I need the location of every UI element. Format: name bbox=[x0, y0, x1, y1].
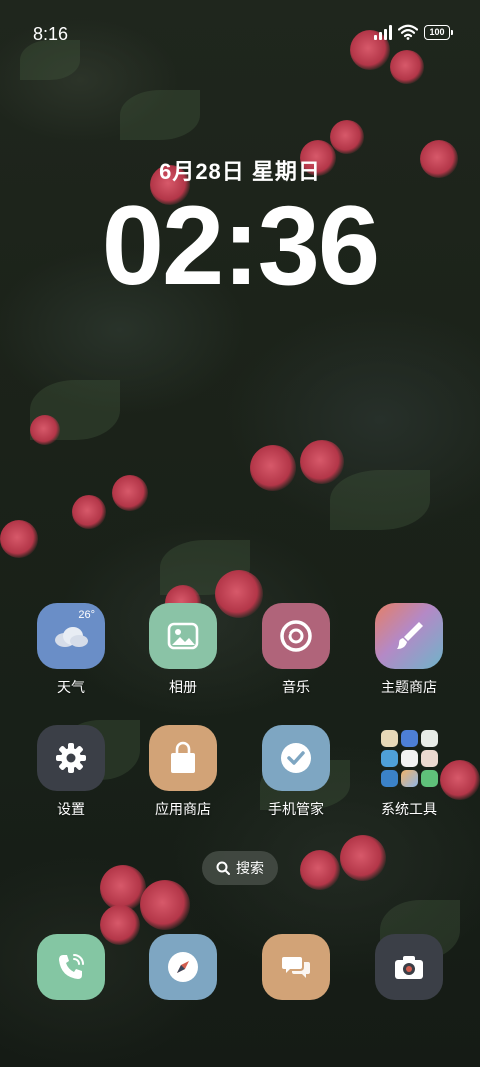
brush-icon bbox=[375, 603, 443, 669]
message-icon bbox=[262, 934, 330, 1000]
search-label: 搜索 bbox=[236, 860, 264, 876]
app-label: 系统工具 bbox=[381, 801, 437, 817]
gear-icon bbox=[37, 725, 105, 791]
app-theme-store[interactable]: 主题商店 bbox=[359, 603, 459, 697]
app-music[interactable]: 音乐 bbox=[246, 603, 346, 697]
app-label: 天气 bbox=[57, 679, 85, 695]
app-label: 主题商店 bbox=[381, 679, 437, 695]
compass-icon bbox=[149, 934, 217, 1000]
camera-icon bbox=[375, 934, 443, 1000]
battery-icon: 100 bbox=[424, 24, 453, 40]
app-label: 设置 bbox=[57, 801, 85, 817]
app-weather[interactable]: 26° 天气 bbox=[21, 603, 121, 697]
weather-temp: 26° bbox=[78, 609, 95, 621]
app-phone-manager[interactable]: 手机管家 bbox=[246, 725, 346, 819]
weather-icon: 26° bbox=[37, 603, 105, 669]
status-time: 8:16 bbox=[33, 24, 69, 44]
signal-icon bbox=[374, 24, 392, 40]
folder-icon bbox=[375, 725, 443, 791]
app-label: 应用商店 bbox=[155, 801, 211, 817]
dock-browser[interactable] bbox=[133, 934, 233, 1000]
wifi-icon bbox=[398, 24, 418, 40]
app-label: 相册 bbox=[169, 679, 197, 695]
music-icon bbox=[262, 603, 330, 669]
search-icon bbox=[216, 861, 230, 875]
dock-phone[interactable] bbox=[21, 934, 121, 1000]
status-icons: 100 bbox=[374, 24, 453, 40]
app-folder-system-tools[interactable]: 系统工具 bbox=[359, 725, 459, 819]
app-label: 手机管家 bbox=[268, 801, 324, 817]
app-app-store[interactable]: 应用商店 bbox=[133, 725, 233, 819]
status-bar: 8:16 100 bbox=[0, 0, 480, 68]
phone-icon bbox=[37, 934, 105, 1000]
app-gallery[interactable]: 相册 bbox=[133, 603, 233, 697]
gallery-icon bbox=[149, 603, 217, 669]
shopping-bag-icon bbox=[149, 725, 217, 791]
dock-camera[interactable] bbox=[359, 934, 459, 1000]
dock-messages[interactable] bbox=[246, 934, 346, 1000]
search-button[interactable]: 搜索 bbox=[202, 851, 278, 885]
date-label: 6月28日 星期日 bbox=[159, 159, 321, 184]
app-label: 音乐 bbox=[282, 679, 310, 695]
check-shield-icon bbox=[262, 725, 330, 791]
app-settings[interactable]: 设置 bbox=[21, 725, 121, 819]
clock-widget[interactable]: 02:36 bbox=[0, 186, 480, 306]
